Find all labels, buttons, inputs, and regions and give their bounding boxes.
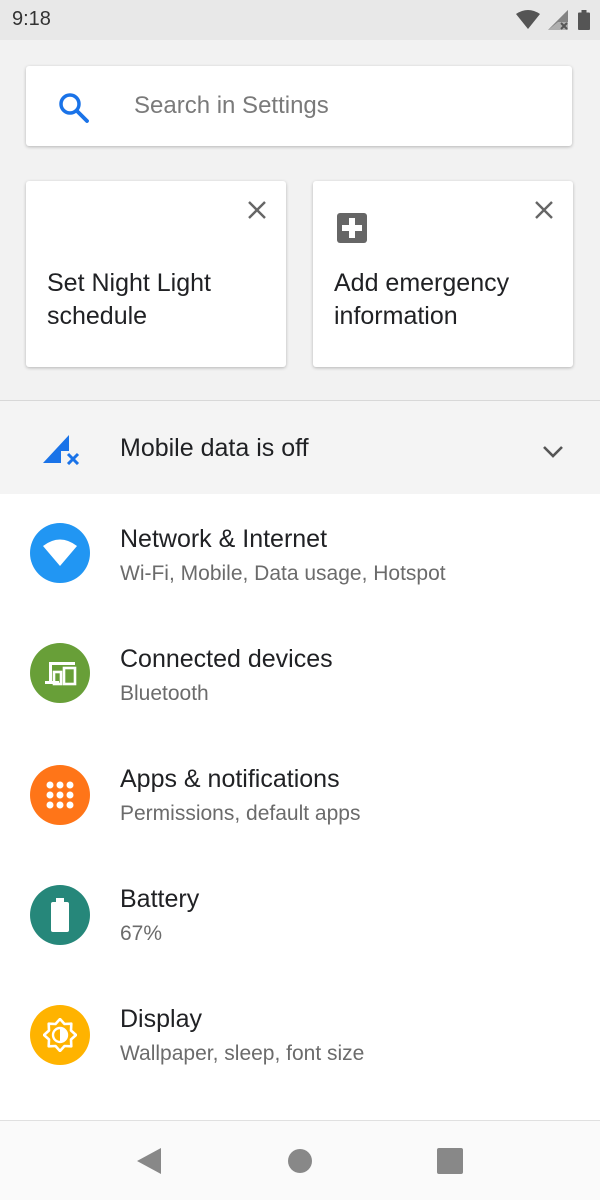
item-title: Battery: [120, 885, 200, 913]
devices-icon: [45, 662, 77, 686]
mobile-data-condition[interactable]: Mobile data is off: [0, 401, 600, 494]
item-subtitle: Wallpaper, sleep, font size: [120, 1042, 365, 1065]
search-bar[interactable]: Search in Settings: [26, 66, 572, 146]
mobile-data-off-icon: [43, 435, 80, 465]
settings-item-connected-devices[interactable]: Connected devices Bluetooth: [0, 614, 600, 734]
emergency-info-suggestion-card[interactable]: Add emergency information: [313, 181, 573, 367]
brightness-icon: [43, 1018, 77, 1052]
home-icon[interactable]: [284, 1145, 316, 1177]
apps-grid-icon: [46, 781, 74, 809]
navigation-bar: [0, 1121, 600, 1200]
settings-item-display[interactable]: Display Wallpaper, sleep, font size: [0, 974, 600, 1094]
item-subtitle: Permissions, default apps: [120, 802, 361, 825]
suggestion-text: Add emergency information: [334, 269, 510, 330]
item-subtitle: Bluetooth: [120, 682, 209, 705]
status-bar: 9:18: [0, 0, 600, 40]
moon-icon: [52, 211, 68, 243]
item-title: Display: [120, 1005, 202, 1033]
battery-icon: [51, 898, 69, 932]
settings-item-apps[interactable]: Apps & notifications Permissions, defaul…: [0, 734, 600, 854]
devices-category-icon: [30, 643, 90, 703]
search-icon: [59, 93, 89, 123]
back-icon[interactable]: [134, 1145, 166, 1177]
status-time: 9:18: [12, 8, 51, 30]
item-title: Connected devices: [120, 645, 333, 673]
chevron-down-icon[interactable]: [540, 441, 566, 461]
close-icon[interactable]: [533, 199, 555, 221]
cell-signal-off-icon: [548, 10, 568, 30]
network-category-icon: [30, 523, 90, 583]
battery-icon: [578, 10, 590, 30]
recents-icon[interactable]: [434, 1145, 466, 1177]
suggestion-text: Set Night Light schedule: [47, 269, 211, 330]
battery-category-icon: [30, 885, 90, 945]
status-icons: [516, 8, 590, 32]
settings-item-battery[interactable]: Battery 67%: [0, 854, 600, 974]
display-category-icon: [30, 1005, 90, 1065]
item-title: Network & Internet: [120, 525, 328, 553]
item-subtitle: 67%: [120, 922, 163, 945]
settings-item-network[interactable]: Network & Internet Wi-Fi, Mobile, Data u…: [0, 494, 600, 614]
search-placeholder: Search in Settings: [134, 92, 329, 119]
night-light-suggestion-card[interactable]: Set Night Light schedule: [26, 181, 286, 367]
close-icon[interactable]: [246, 199, 268, 221]
wifi-icon: [43, 539, 77, 566]
medical-plus-icon: [337, 213, 367, 243]
item-subtitle: Wi-Fi, Mobile, Data usage, Hotspot: [120, 562, 446, 585]
item-title: Apps & notifications: [120, 765, 340, 793]
suggestions-area: Search in Settings Set Night Light sched…: [0, 40, 600, 400]
condition-title: Mobile data is off: [120, 434, 309, 462]
apps-category-icon: [30, 765, 90, 825]
wifi-icon: [516, 10, 540, 29]
